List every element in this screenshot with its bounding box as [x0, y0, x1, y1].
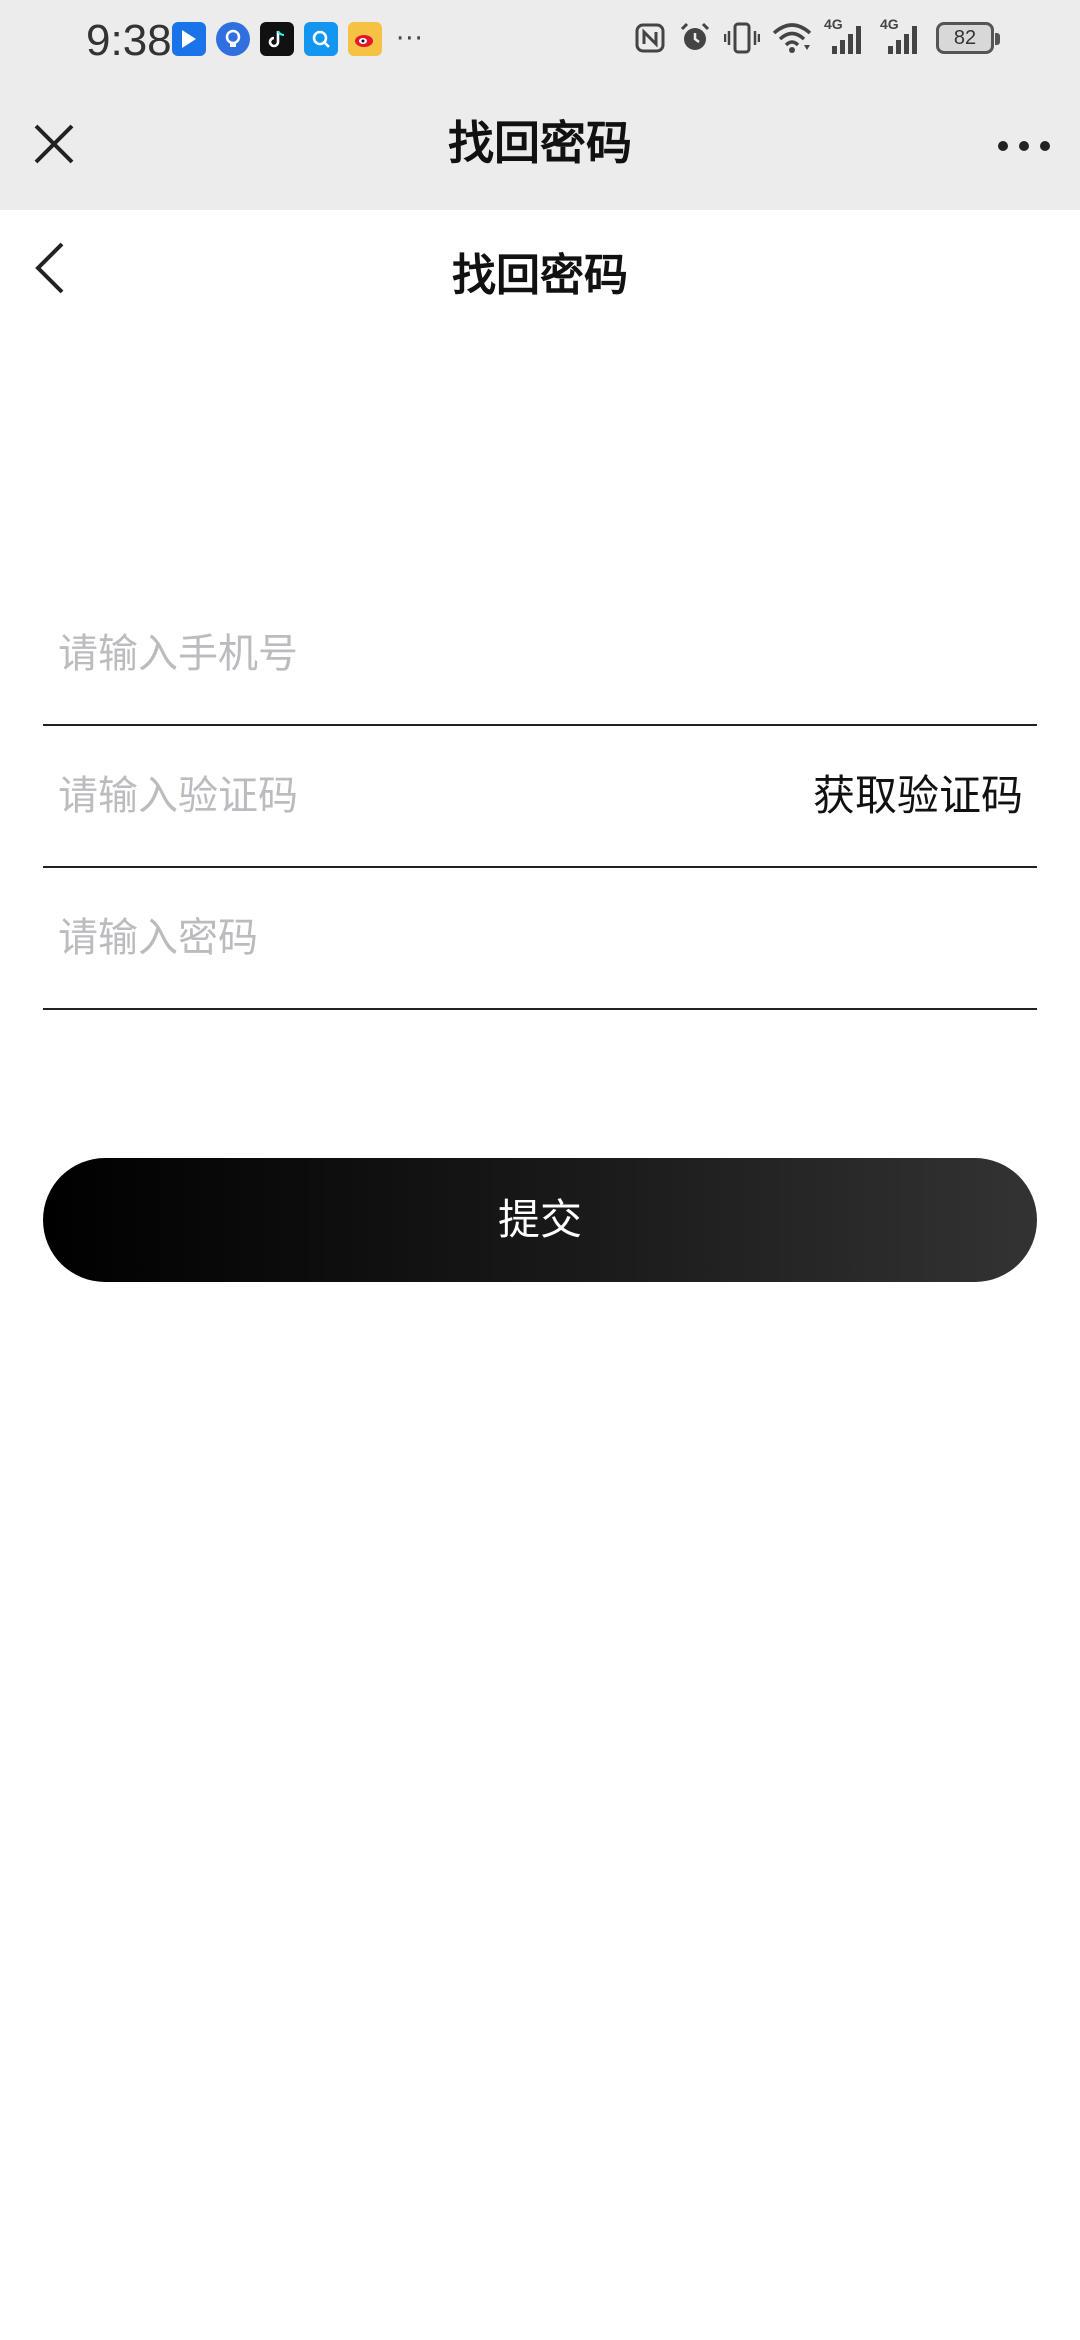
password-input[interactable]: [58, 908, 758, 968]
status-time: 9:38: [86, 16, 172, 65]
tiktok-app-icon: [260, 22, 294, 56]
page-title: 找回密码: [452, 250, 628, 301]
vibrate-icon: [724, 22, 760, 54]
signal-bars-icon: [888, 26, 917, 54]
get-code-button[interactable]: 获取验证码: [813, 766, 1023, 826]
battery-level: 82: [953, 26, 977, 49]
signal-bars-icon: [832, 26, 861, 54]
status-bar: 9:38 ··· 4G 4G 82: [0, 0, 1080, 82]
submit-button[interactable]: 提交: [43, 1158, 1037, 1282]
notification-app-icons: ···: [172, 22, 424, 56]
password-field: [43, 868, 1037, 1010]
verification-code-input[interactable]: [58, 766, 658, 826]
more-notifications-icon: ···: [396, 24, 424, 54]
alarm-icon: [680, 22, 710, 50]
cellular-signal-1: 4G: [824, 16, 868, 56]
search-app-icon: [304, 22, 338, 56]
cellular-signal-2: 4G: [880, 16, 924, 56]
phone-field: [43, 584, 1037, 726]
nav-title: 找回密码: [448, 116, 632, 170]
battery-icon: 82: [936, 22, 1000, 54]
lightbulb-app-icon: [216, 22, 250, 56]
page-header: 找回密码: [0, 210, 1080, 340]
mini-program-nav-bar: 找回密码: [0, 82, 1080, 210]
phone-input[interactable]: [58, 624, 758, 684]
bookmark-app-icon: [172, 22, 206, 56]
weibo-app-icon: [348, 22, 382, 56]
system-status-icons: 4G 4G 82: [634, 16, 1000, 56]
reset-password-form: 获取验证码: [43, 584, 1037, 1010]
wifi-icon: [772, 23, 812, 53]
nfc-icon: [635, 23, 665, 53]
verification-code-field: 获取验证码: [43, 726, 1037, 868]
more-options-icon[interactable]: [994, 126, 1054, 166]
